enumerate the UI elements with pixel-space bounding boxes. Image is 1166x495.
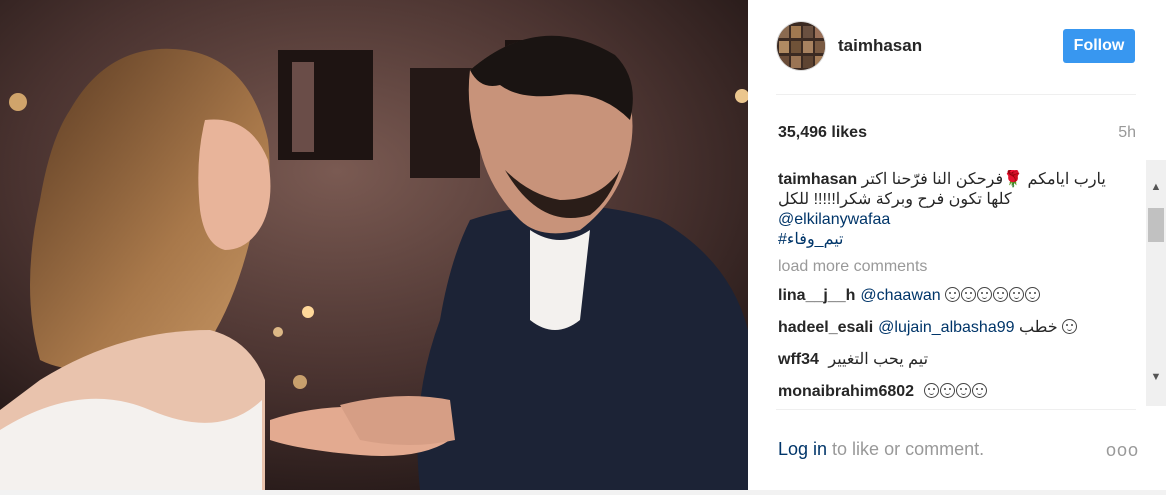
caption-username[interactable]: taimhasan — [778, 171, 857, 188]
comment-username[interactable]: wff34 — [778, 351, 819, 368]
avatar[interactable] — [776, 21, 826, 71]
load-more-comments[interactable]: load more comments — [778, 257, 1138, 277]
comment-username[interactable]: monaibrahim6802 — [778, 383, 914, 400]
post-header: taimhasan Follow — [748, 0, 1166, 94]
caption-text-line1: يارب ايامكم 🌹فرحكن النا فرّحنا اكتر — [861, 171, 1106, 188]
caption-mention[interactable]: @elkilanywafaa — [778, 210, 1138, 230]
emoji-icon — [1009, 287, 1025, 302]
comments-scrollbar[interactable]: ▲ ▼ — [1146, 160, 1166, 406]
emoji-icon — [1062, 319, 1078, 334]
emoji-icon — [993, 287, 1009, 302]
login-prompt-text: to like or comment. — [827, 439, 985, 459]
caption-hashtag[interactable]: #تيم_وفاء — [778, 230, 1138, 250]
divider — [776, 409, 1136, 410]
comment-username[interactable]: hadeel_esali — [778, 319, 873, 336]
bottom-edge — [0, 490, 1166, 495]
post-photo[interactable] — [0, 0, 748, 490]
emoji-icon — [923, 383, 939, 398]
emoji-icon — [961, 287, 977, 302]
scroll-up-arrow-icon[interactable]: ▲ — [1146, 178, 1166, 196]
comment-mention[interactable]: @chaawan — [860, 287, 940, 304]
comment-mention[interactable]: @lujain_albasha99 — [878, 319, 1014, 336]
scroll-down-arrow-icon[interactable]: ▼ — [1146, 368, 1166, 386]
comment-text: تيم يحب التغيير — [828, 351, 929, 368]
post-side-panel: taimhasan Follow 35,496 likes 5h taimhas… — [748, 0, 1166, 495]
follow-button[interactable]: Follow — [1063, 29, 1135, 63]
comment-username[interactable]: lina__j__h — [778, 287, 855, 304]
username[interactable]: taimhasan — [838, 36, 922, 56]
couple-photo-illustration — [0, 0, 748, 490]
comment-item: wff34 تيم يحب التغيير — [778, 350, 1138, 370]
emoji-icon — [939, 383, 955, 398]
likes-count[interactable]: 35,496 likes — [778, 124, 867, 142]
emoji-icon — [945, 287, 961, 302]
emoji-icon — [955, 383, 971, 398]
caption-text-line2: كلها تكون فرح وبركة شكرا!!!!! للكل — [778, 191, 1012, 208]
comment-text: خطب — [1018, 319, 1058, 336]
emoji-icon — [971, 383, 987, 398]
comments-list[interactable]: taimhasan يارب ايامكم 🌹فرحكن النا فرّحنا… — [778, 170, 1138, 406]
more-options-icon[interactable]: ooo — [1106, 440, 1139, 461]
scrollbar-thumb[interactable] — [1148, 208, 1164, 242]
divider — [776, 94, 1136, 95]
caption: taimhasan يارب ايامكم 🌹فرحكن النا فرّحنا… — [778, 170, 1138, 190]
comment-item: lina__j__h @chaawan — [778, 286, 1138, 306]
comment-item: monaibrahim6802 — [778, 382, 1138, 402]
comment-item: hadeel_esali @lujain_albasha99 خطب — [778, 318, 1138, 338]
post-time[interactable]: 5h — [1118, 124, 1136, 142]
emoji-icon — [977, 287, 993, 302]
emoji-icon — [1025, 287, 1041, 302]
login-prompt: Log in to like or comment. — [778, 439, 984, 460]
login-link[interactable]: Log in — [778, 439, 827, 459]
